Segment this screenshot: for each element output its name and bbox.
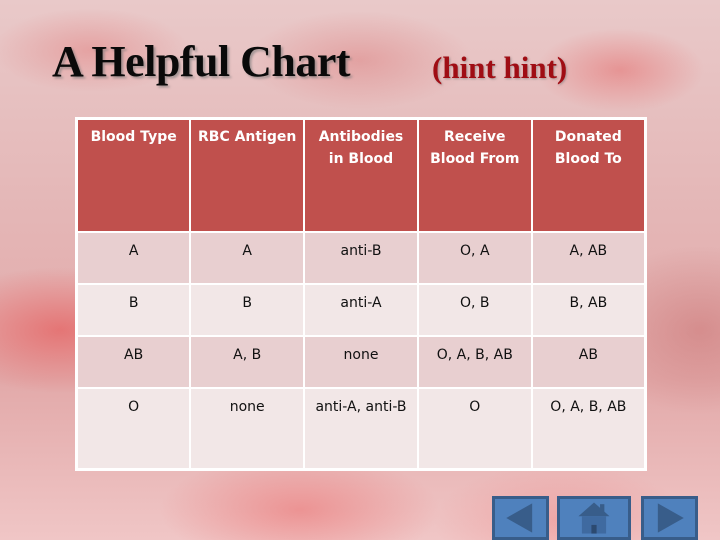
previous-slide-button[interactable] <box>492 496 549 540</box>
column-header-donate-to: Donated Blood To <box>530 117 647 233</box>
table-row: AB A, B none O, A, B, AB AB <box>75 335 647 389</box>
table-row: B B anti-A O, B B, AB <box>75 283 647 337</box>
cell-receive-from: O, A <box>416 231 533 285</box>
table-row: O none anti-A, anti-B O O, A, B, AB <box>75 387 647 471</box>
cell-antibodies: none <box>303 335 419 389</box>
cell-rbc-antigen: B <box>189 283 306 337</box>
cell-blood-type: B <box>75 283 192 337</box>
cell-donate-to: B, AB <box>530 283 647 337</box>
cell-receive-from: O, B <box>416 283 533 337</box>
cell-blood-type: A <box>75 231 192 285</box>
slide-title: A Helpful Chart <box>52 37 351 86</box>
cell-rbc-antigen: A, B <box>189 335 306 389</box>
table-header-row: Blood Type RBC Antigen Antibodies in Blo… <box>75 117 647 233</box>
cell-blood-type: O <box>75 387 192 471</box>
house-icon <box>578 502 610 534</box>
table-row: A A anti-B O, A A, AB <box>75 231 647 285</box>
column-header-receive-from: Receive Blood From <box>416 117 533 233</box>
cell-antibodies: anti-A, anti-B <box>303 387 419 471</box>
cell-blood-type: AB <box>75 335 192 389</box>
blood-type-table: Blood Type RBC Antigen Antibodies in Blo… <box>75 117 647 471</box>
cell-receive-from: O, A, B, AB <box>416 335 533 389</box>
cell-rbc-antigen: A <box>189 231 306 285</box>
cell-rbc-antigen: none <box>189 387 306 471</box>
cell-donate-to: A, AB <box>530 231 647 285</box>
triangle-right-icon <box>657 503 684 533</box>
slide-subtitle: (hint hint) <box>432 50 568 85</box>
column-header-rbc-antigen: RBC Antigen <box>189 117 306 233</box>
next-slide-button[interactable] <box>641 496 698 540</box>
triangle-left-icon <box>506 503 533 533</box>
cell-receive-from: O <box>416 387 533 471</box>
home-button[interactable] <box>557 496 631 540</box>
cell-antibodies: anti-B <box>303 231 419 285</box>
cell-donate-to: O, A, B, AB <box>530 387 647 471</box>
cell-donate-to: AB <box>530 335 647 389</box>
column-header-blood-type: Blood Type <box>75 117 192 233</box>
cell-antibodies: anti-A <box>303 283 419 337</box>
column-header-antibodies: Antibodies in Blood <box>303 117 419 233</box>
